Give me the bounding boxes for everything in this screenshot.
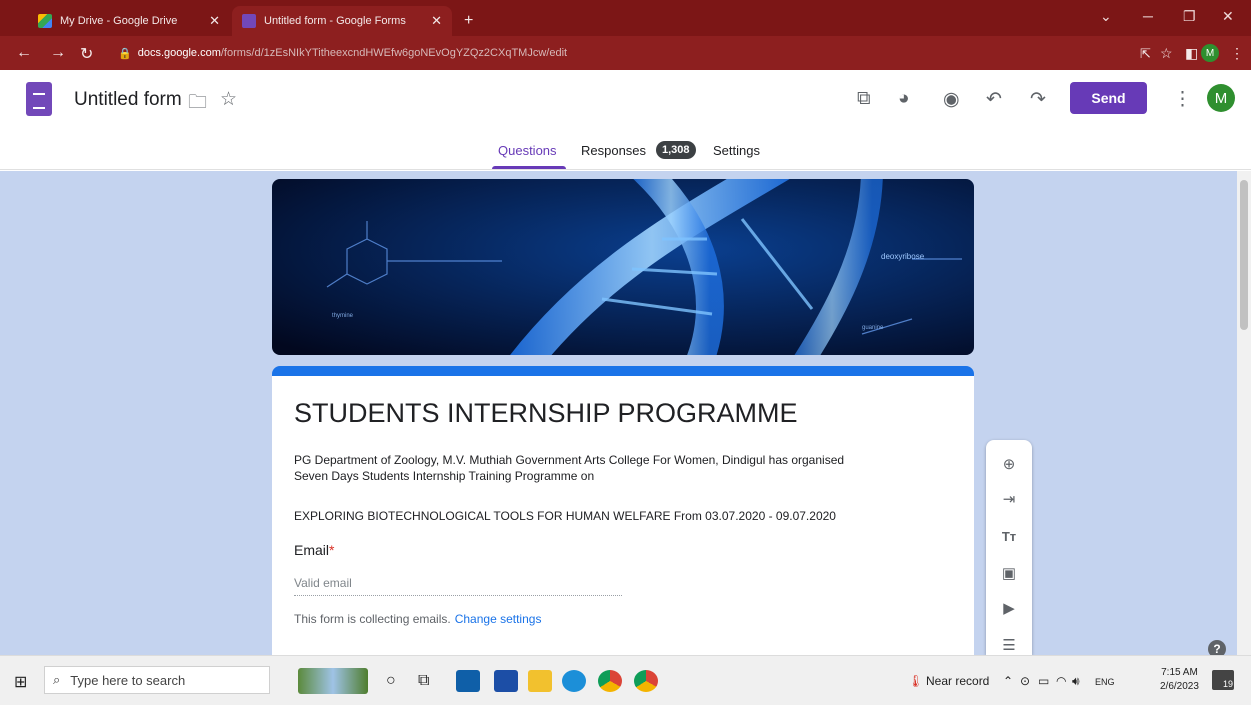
lock-icon: 🔒	[118, 47, 132, 60]
chrome-icon[interactable]	[634, 670, 658, 692]
tray-app-icon[interactable]: ⊙	[1020, 674, 1030, 688]
undo-icon[interactable]: ↶	[986, 88, 1002, 111]
taskbar-search-input[interactable]: ⌕ Type here to search	[44, 666, 270, 694]
tab-questions[interactable]: Questions	[498, 143, 557, 158]
change-settings-link[interactable]: Change settings	[455, 612, 542, 626]
form-description-line-1[interactable]: PG Department of Zoology, M.V. Muthiah G…	[294, 452, 934, 468]
email-placeholder: Valid email	[294, 575, 352, 590]
clock-time: 7:15 AM	[1161, 667, 1198, 678]
close-window-icon[interactable]: ✕	[1222, 8, 1234, 25]
weather-text[interactable]: Near record	[926, 674, 989, 688]
mail-icon[interactable]	[456, 670, 480, 692]
url-path: /forms/d/1zEsNIkYTitheexcndHWEfw6goNEvOg…	[220, 47, 568, 59]
close-icon[interactable]: ✕	[431, 13, 442, 29]
tray-chevron-icon[interactable]: ⌃	[1003, 674, 1013, 688]
account-avatar[interactable]: M	[1207, 84, 1235, 112]
language-indicator[interactable]: ENG	[1095, 677, 1115, 687]
more-vert-icon[interactable]: ⋮	[1173, 88, 1192, 111]
form-doc-title[interactable]: Untitled form	[74, 89, 182, 111]
reload-icon[interactable]: ↻	[80, 44, 93, 64]
chrome-icon[interactable]	[598, 670, 622, 692]
cortana-icon[interactable]: ○	[386, 672, 396, 690]
task-view-icon[interactable]: ⧉	[418, 672, 429, 690]
required-asterisk: *	[329, 542, 335, 558]
email-field[interactable]: Valid email	[294, 570, 622, 596]
tab-label: Untitled form - Google Forms	[264, 15, 406, 27]
search-placeholder: Type here to search	[70, 672, 186, 688]
star-icon[interactable]: ☆	[1160, 45, 1173, 62]
volume-icon[interactable]: 🔊︎	[1072, 674, 1080, 689]
collect-note-text: This form is collecting emails.	[294, 612, 451, 626]
tab-my-drive[interactable]: My Drive - Google Drive ✕	[28, 6, 230, 36]
battery-icon[interactable]: ▭	[1038, 674, 1049, 688]
banner-label-deoxyribose: deoxyribose	[881, 252, 925, 261]
plus-icon: +	[464, 12, 474, 29]
email-question-label: Email*	[294, 542, 334, 558]
drive-icon	[38, 14, 52, 28]
vlc-app-icon[interactable]	[494, 670, 518, 692]
palette-icon[interactable]: ◕	[898, 88, 909, 110]
new-tab-button[interactable]: +	[458, 6, 484, 36]
email-label-text: Email	[294, 542, 330, 558]
forms-logo-icon[interactable]	[26, 82, 52, 116]
search-icon: ⌕	[53, 672, 61, 687]
add-section-icon[interactable]: ☰	[1000, 636, 1018, 654]
active-tab-indicator	[492, 166, 566, 169]
chevron-down-icon[interactable]: ⌄	[1100, 8, 1112, 25]
search-highlight-image[interactable]	[298, 668, 368, 694]
banner-label-guanine: guanine	[862, 325, 884, 331]
wifi-icon[interactable]: ◠	[1056, 674, 1066, 688]
windows-start-icon[interactable]: ⊞	[14, 672, 27, 692]
thermometer-icon: 🌡	[908, 674, 924, 688]
edge-icon[interactable]	[562, 670, 586, 692]
scrollbar-thumb[interactable]	[1240, 180, 1248, 330]
restore-icon[interactable]: ❐	[1183, 8, 1196, 25]
back-icon[interactable]: ←	[16, 44, 32, 62]
tab-label: My Drive - Google Drive	[60, 15, 178, 27]
import-questions-icon[interactable]: ⇥	[1000, 490, 1018, 508]
clock-date: 2/6/2023	[1160, 681, 1199, 692]
header-banner-image: deoxyribose thymine guanine	[272, 179, 974, 355]
banner-label-thymine: thymine	[332, 313, 354, 319]
email-collection-note: This form is collecting emails. Change se…	[294, 612, 541, 626]
add-title-icon[interactable]: Tт	[1000, 527, 1018, 545]
avatar-letter: M	[1205, 47, 1215, 59]
preview-eye-icon[interactable]: ◉	[943, 88, 960, 111]
notification-count: 19	[1222, 679, 1233, 689]
close-icon[interactable]: ✕	[209, 13, 220, 29]
redo-icon[interactable]: ↷	[1030, 88, 1046, 111]
dna-helix-illustration: deoxyribose thymine guanine	[272, 179, 974, 355]
forms-icon	[242, 14, 256, 28]
add-video-icon[interactable]: ▶	[1000, 599, 1018, 617]
add-image-icon[interactable]: ▣	[1000, 564, 1018, 582]
form-title[interactable]: STUDENTS INTERNSHIP PROGRAMME	[294, 398, 798, 429]
tab-responses[interactable]: Responses	[581, 143, 646, 158]
browser-menu-icon[interactable]: ⋮	[1230, 45, 1244, 62]
forward-icon[interactable]: →	[50, 44, 66, 62]
responses-count-badge: 1,308	[656, 141, 696, 159]
url-bar[interactable]: 🔒 docs.google.com/forms/d/1zEsNIkYTithee…	[108, 40, 1128, 66]
tab-settings[interactable]: Settings	[713, 143, 760, 158]
send-label: Send	[1091, 90, 1126, 106]
form-description-line-2[interactable]: Seven Days Students Internship Training …	[294, 468, 934, 484]
avatar-letter: M	[1214, 89, 1228, 107]
minimize-icon[interactable]: ─	[1143, 8, 1153, 24]
form-description-line-3[interactable]: EXPLORING BIOTECHNOLOGICAL TOOLS FOR HUM…	[294, 508, 934, 524]
star-icon[interactable]: ☆	[220, 88, 237, 111]
url-host: docs.google.com	[137, 47, 221, 59]
profile-avatar[interactable]: M	[1201, 44, 1219, 62]
tab-untitled-form[interactable]: Untitled form - Google Forms ✕	[232, 6, 452, 36]
sidepanel-icon[interactable]: ◧	[1185, 45, 1198, 62]
send-button[interactable]: Send	[1070, 82, 1147, 114]
add-question-icon[interactable]: ⊕	[1000, 455, 1018, 473]
taskbar-clock[interactable]: 7:15 AM 2/6/2023	[1160, 666, 1199, 694]
addon-puzzle-icon[interactable]: ⧉	[857, 88, 871, 110]
notification-center-icon[interactable]: 19	[1212, 670, 1234, 690]
folder-icon[interactable]: 🗀	[188, 88, 207, 120]
share-icon[interactable]: ⇱	[1140, 46, 1151, 62]
file-explorer-icon[interactable]	[528, 670, 552, 692]
